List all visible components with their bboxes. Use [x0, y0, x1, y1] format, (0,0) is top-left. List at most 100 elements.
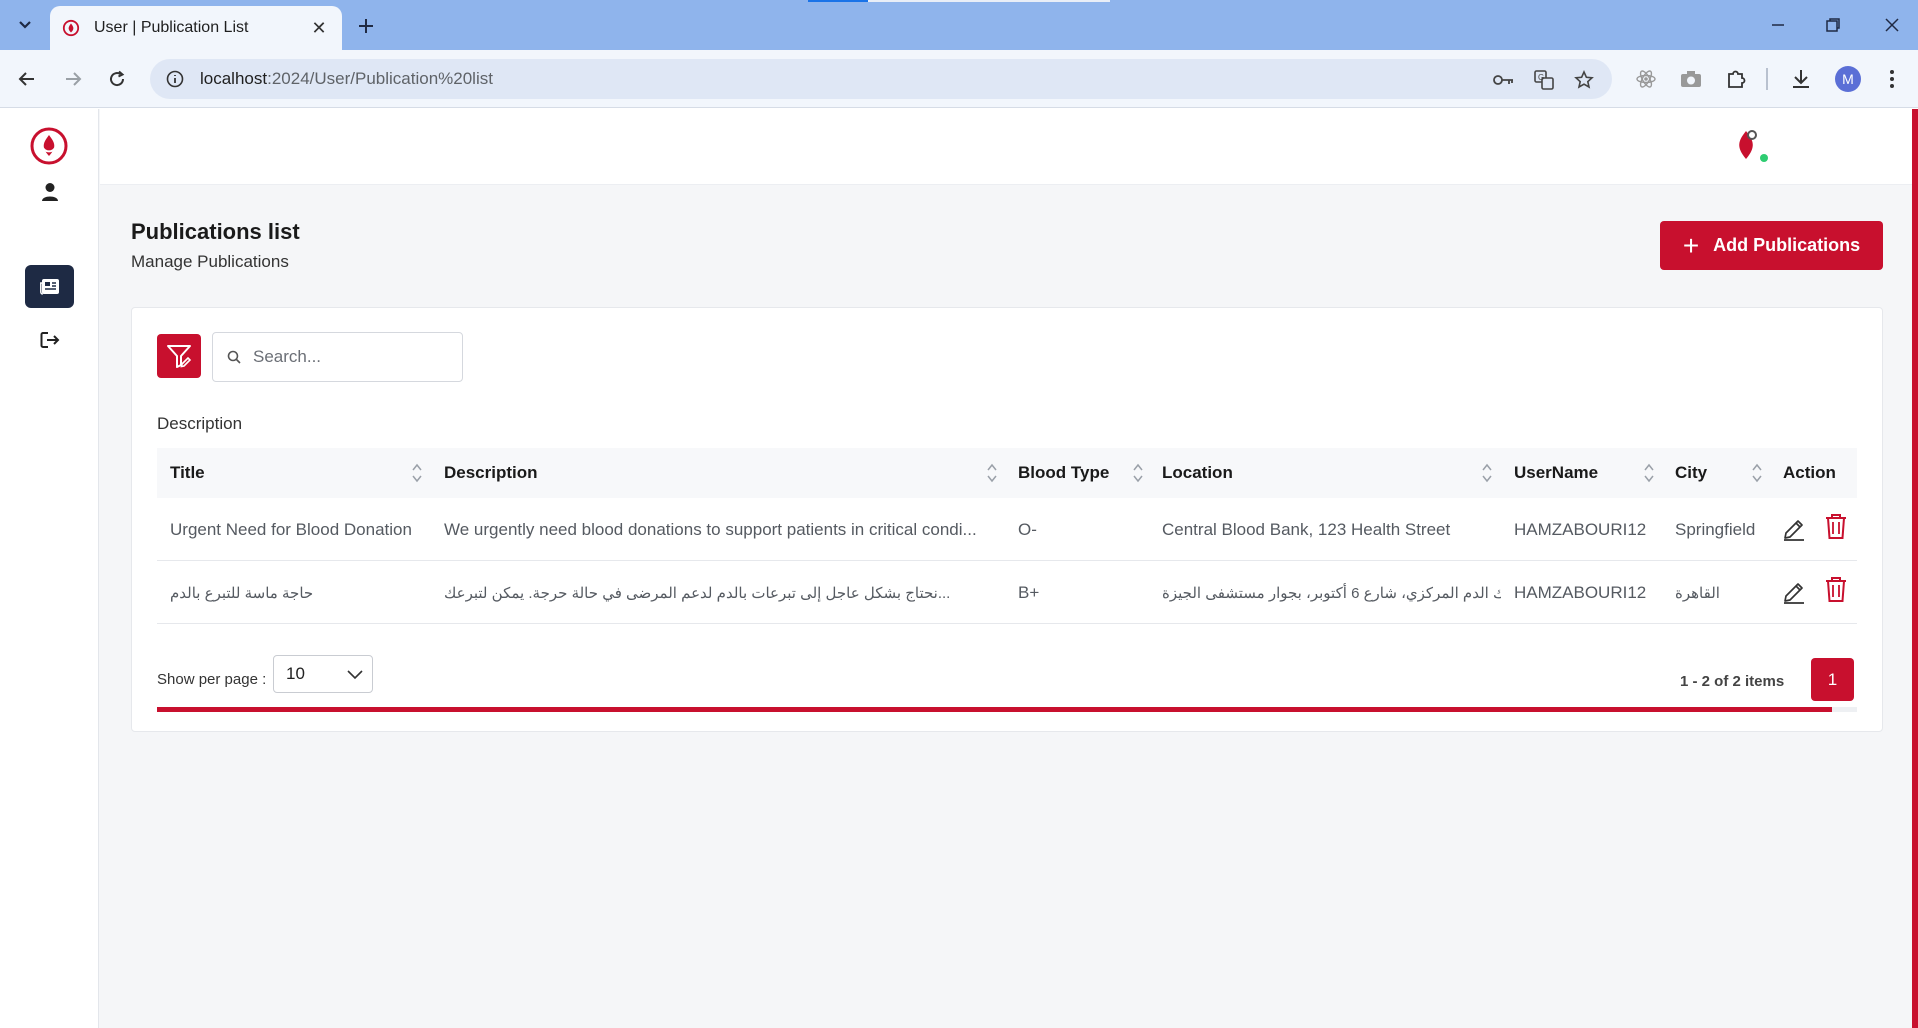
column-label: Title	[170, 463, 205, 482]
sort-icon[interactable]	[987, 461, 997, 485]
tab-search-button[interactable]	[10, 12, 40, 38]
tab-close-icon[interactable]: ✕	[308, 17, 330, 39]
cell-location: Central Blood Bank, 123 Health Street	[1162, 519, 1451, 539]
cell-city: Springfield	[1675, 519, 1756, 539]
plus-icon	[359, 19, 373, 33]
url-host: localhost	[200, 69, 268, 88]
user-icon	[41, 182, 58, 201]
url-text: localhost:2024/User/Publication%20list	[200, 69, 493, 89]
back-button[interactable]	[12, 64, 42, 94]
page-title: Publications list	[131, 219, 300, 244]
search-input[interactable]	[253, 347, 443, 367]
site-info-icon[interactable]	[164, 68, 186, 90]
column-label: Action	[1783, 463, 1836, 482]
edit-pencil-icon	[1784, 583, 1804, 604]
browser-tabstrip: User | Publication List ✕	[0, 0, 1918, 50]
table-header: Title Description Blood Type Location Us…	[157, 448, 1857, 498]
cell-description: نحتاج بشكل عاجل إلى تبرعات بالدم لدعم ال…	[444, 584, 951, 602]
table-row[interactable]: حاجة ماسة للتبرع بالدم نحتاج بشكل عاجل إ…	[157, 561, 1857, 624]
restore-button[interactable]	[1813, 10, 1853, 40]
scrollbar-thumb[interactable]	[157, 707, 1832, 712]
cell-title: حاجة ماسة للتبرع بالدم	[170, 584, 314, 602]
app-root: Publications list Manage Publications + …	[0, 109, 1918, 1028]
column-header-username[interactable]: UserName	[1501, 448, 1662, 498]
delete-button[interactable]	[1821, 511, 1851, 541]
filter-button[interactable]	[157, 334, 201, 378]
table-horizontal-scrollbar[interactable]	[157, 707, 1857, 712]
extensions-puzzle-icon[interactable]	[1722, 65, 1750, 93]
sort-icon[interactable]	[412, 461, 422, 485]
arrow-left-icon	[18, 72, 34, 86]
app-header	[100, 109, 1918, 185]
plus-icon: +	[1682, 229, 1700, 261]
filter-edit-icon	[167, 345, 192, 368]
per-page-value: 10	[286, 664, 305, 683]
cell-blood-type: B+	[1018, 582, 1040, 602]
bookmark-star-icon[interactable]	[1572, 68, 1596, 92]
svg-text:G: G	[1538, 73, 1544, 82]
translate-icon[interactable]: G	[1532, 68, 1556, 92]
favicon-icon	[62, 19, 80, 37]
password-key-icon[interactable]	[1492, 68, 1516, 92]
reload-button[interactable]	[102, 64, 132, 94]
column-label: Location	[1162, 463, 1233, 482]
cell-location: بنك الدم المركزي، شارع 6 أكتوبر، بجوار م…	[1162, 584, 1501, 602]
minimize-icon	[1772, 24, 1784, 26]
toolbar-divider	[1766, 68, 1768, 90]
search-box[interactable]	[212, 332, 463, 382]
add-publication-label: Add Publications	[1713, 235, 1861, 255]
edit-button[interactable]	[1779, 577, 1809, 607]
reload-icon	[110, 70, 125, 87]
browser-menu-icon[interactable]	[1878, 65, 1906, 93]
sidebar-item-logout[interactable]	[25, 318, 74, 361]
profile-avatar[interactable]: M	[1835, 66, 1861, 92]
items-count: 1 - 2 of 2 items	[1680, 673, 1785, 690]
column-header-blood-type[interactable]: Blood Type	[1005, 448, 1149, 498]
page-button-current[interactable]: 1	[1811, 658, 1854, 701]
sidebar-item-profile[interactable]	[25, 170, 74, 213]
trash-icon	[1826, 514, 1846, 539]
column-label: Blood Type	[1018, 463, 1110, 482]
cell-title: Urgent Need for Blood Donation	[170, 519, 412, 539]
close-icon	[1885, 18, 1899, 32]
column-header-title[interactable]: Title	[157, 448, 431, 498]
search-icon	[227, 350, 241, 364]
add-publication-button[interactable]: + Add Publications	[1660, 221, 1883, 270]
react-devtools-icon[interactable]	[1632, 65, 1660, 93]
right-accent-bar	[1912, 109, 1918, 1028]
minimize-button[interactable]	[1758, 10, 1798, 40]
downloads-icon[interactable]	[1787, 65, 1815, 93]
column-header-description[interactable]: Description	[431, 448, 1005, 498]
sort-icon[interactable]	[1752, 461, 1762, 485]
app-logo-icon[interactable]	[28, 125, 70, 167]
online-status-dot	[1760, 154, 1768, 162]
cell-description: We urgently need blood donations to supp…	[444, 519, 977, 539]
cell-city: القاهرة	[1675, 584, 1720, 602]
address-bar[interactable]: localhost:2024/User/Publication%20list G	[150, 59, 1612, 99]
sort-icon[interactable]	[1644, 461, 1654, 485]
tab-title: User | Publication List	[94, 19, 249, 36]
cell-username: HAMZABOURI12	[1514, 519, 1647, 539]
browser-toolbar: localhost:2024/User/Publication%20list G…	[0, 50, 1918, 108]
loading-indicator	[808, 0, 868, 2]
column-header-location[interactable]: Location	[1149, 448, 1501, 498]
per-page-select[interactable]: 10	[273, 655, 373, 693]
browser-tab[interactable]: User | Publication List ✕	[50, 6, 342, 50]
cell-blood-type: O-	[1018, 519, 1037, 539]
edit-button[interactable]	[1779, 514, 1809, 544]
search-column-label[interactable]: Description	[157, 414, 242, 434]
sidebar	[0, 109, 99, 1028]
sort-icon[interactable]	[1133, 461, 1143, 485]
close-window-button[interactable]	[1872, 10, 1912, 40]
trash-icon	[1826, 577, 1846, 602]
new-tab-button[interactable]	[352, 12, 380, 40]
per-page-label: Show per page :	[157, 671, 267, 688]
publications-card: Description Title Description Blood Type…	[131, 307, 1883, 732]
sidebar-item-publications[interactable]	[25, 265, 74, 308]
camera-icon[interactable]	[1677, 65, 1705, 93]
table-row[interactable]: Urgent Need for Blood Donation We urgent…	[157, 498, 1857, 561]
forward-button[interactable]	[58, 64, 88, 94]
page-subtitle: Manage Publications	[131, 252, 289, 271]
sort-icon[interactable]	[1482, 461, 1492, 485]
delete-button[interactable]	[1821, 574, 1851, 604]
